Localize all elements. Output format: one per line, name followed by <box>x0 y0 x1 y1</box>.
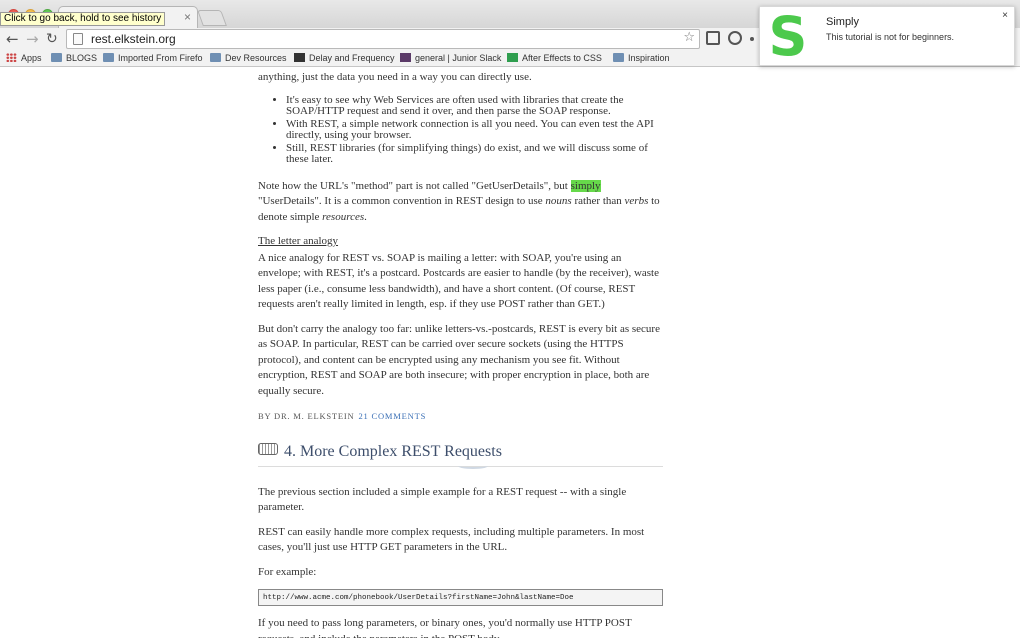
security-paragraph: But don't carry the analogy too far: unl… <box>258 322 660 397</box>
new-tab-button[interactable] <box>197 10 227 26</box>
folder-icon <box>210 53 221 62</box>
m-icon <box>507 53 518 62</box>
slack-icon <box>400 53 411 62</box>
simply-notification[interactable]: S Simply This tutorial is not for beginn… <box>759 6 1015 66</box>
extension-cast-icon[interactable] <box>706 31 720 45</box>
forward-arrow-icon[interactable]: → <box>26 30 39 48</box>
bullet-list: It's easy to see why Web Services are of… <box>286 94 663 166</box>
back-arrow-icon[interactable]: ← <box>6 30 19 48</box>
intro-text: anything, just the data you need in a wa… <box>258 71 532 83</box>
url-text: rest.elkstein.org <box>91 32 176 46</box>
section-title: 4. More Complex REST Requests <box>284 442 502 460</box>
close-tab-icon[interactable]: × <box>184 10 191 24</box>
section-heading: 4. More Complex REST Requests <box>258 442 663 469</box>
section-paragraph: If you need to pass long parameters, or … <box>258 617 632 638</box>
apps-grid-icon <box>6 53 17 62</box>
comments-link[interactable]: 21 COMMENTS <box>359 411 427 421</box>
heading-ornament <box>458 463 488 469</box>
reload-icon[interactable]: ↻ <box>46 30 58 48</box>
list-item: With REST, a simple network connection i… <box>286 118 663 142</box>
notification-message: This tutorial is not for beginners. <box>826 32 955 42</box>
bookmark-apps[interactable]: Apps <box>6 53 42 65</box>
folder-icon <box>103 53 114 62</box>
extension-dot-icon[interactable] <box>750 37 754 41</box>
page-icon <box>73 33 83 45</box>
highlighted-word[interactable]: simply <box>570 179 601 192</box>
section-paragraph: The previous section included a simple e… <box>258 485 627 514</box>
bookmark-star-icon[interactable]: ☆ <box>683 30 695 45</box>
address-bar[interactable]: rest.elkstein.org ☆ <box>66 29 700 49</box>
bookmark-inspiration[interactable]: Inspiration <box>613 53 670 65</box>
article-body: anything, just the data you need in a wa… <box>258 70 663 638</box>
notification-close-icon[interactable]: × <box>1002 10 1008 21</box>
bookmark-slack[interactable]: general | Junior Slack <box>400 53 501 65</box>
url-method-paragraph: Note how the URL's "method" part is not … <box>258 179 660 223</box>
back-button-tooltip: Click to go back, hold to see history <box>0 12 166 26</box>
folder-icon <box>51 53 62 62</box>
code-example: http://www.acme.com/phonebook/UserDetail… <box>258 589 663 606</box>
letter-analogy-paragraph: A nice analogy for REST vs. SOAP is mail… <box>258 251 660 311</box>
letter-analogy-heading: The letter analogy <box>258 235 339 247</box>
folder-icon <box>613 53 624 62</box>
notification-title: Simply <box>826 16 860 28</box>
simply-logo-icon: S <box>768 5 808 68</box>
page-icon <box>294 53 305 62</box>
extension-face-icon[interactable] <box>728 31 742 45</box>
section-paragraph: REST can easily handle more complex requ… <box>258 525 645 554</box>
post-byline: BY DR. M. ELKSTEIN 21 COMMENTS <box>258 409 663 425</box>
postcard-icon <box>258 442 278 455</box>
bookmark-dev-resources[interactable]: Dev Resources <box>210 53 287 65</box>
list-item: It's easy to see why Web Services are of… <box>286 94 663 118</box>
bookmark-blogs[interactable]: BLOGS <box>51 53 97 65</box>
bookmark-delay-frequency[interactable]: Delay and Frequency <box>294 53 395 65</box>
author: BY DR. M. ELKSTEIN <box>258 411 355 421</box>
bookmark-imported[interactable]: Imported From Firefo <box>103 53 203 65</box>
for-example-label: For example: <box>258 565 317 578</box>
bookmark-after-effects[interactable]: After Effects to CSS <box>507 53 602 65</box>
list-item: Still, REST libraries (for simplifying t… <box>286 142 663 166</box>
